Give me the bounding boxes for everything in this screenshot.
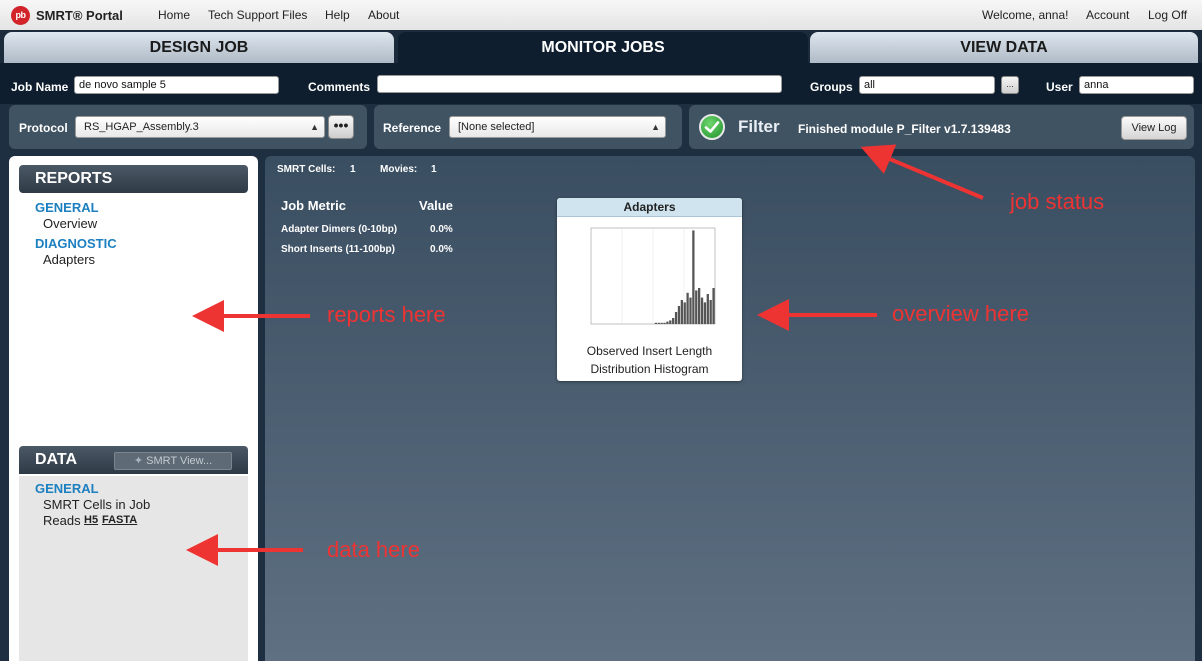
job-status-arrow	[860, 144, 984, 200]
annotation-overview: overview here	[892, 301, 1029, 326]
annotation-reports: reports here	[327, 302, 446, 327]
annotation-job-status: job status	[1010, 189, 1105, 214]
annotation-data: data here	[327, 537, 420, 562]
annotation-arrows	[186, 144, 984, 566]
